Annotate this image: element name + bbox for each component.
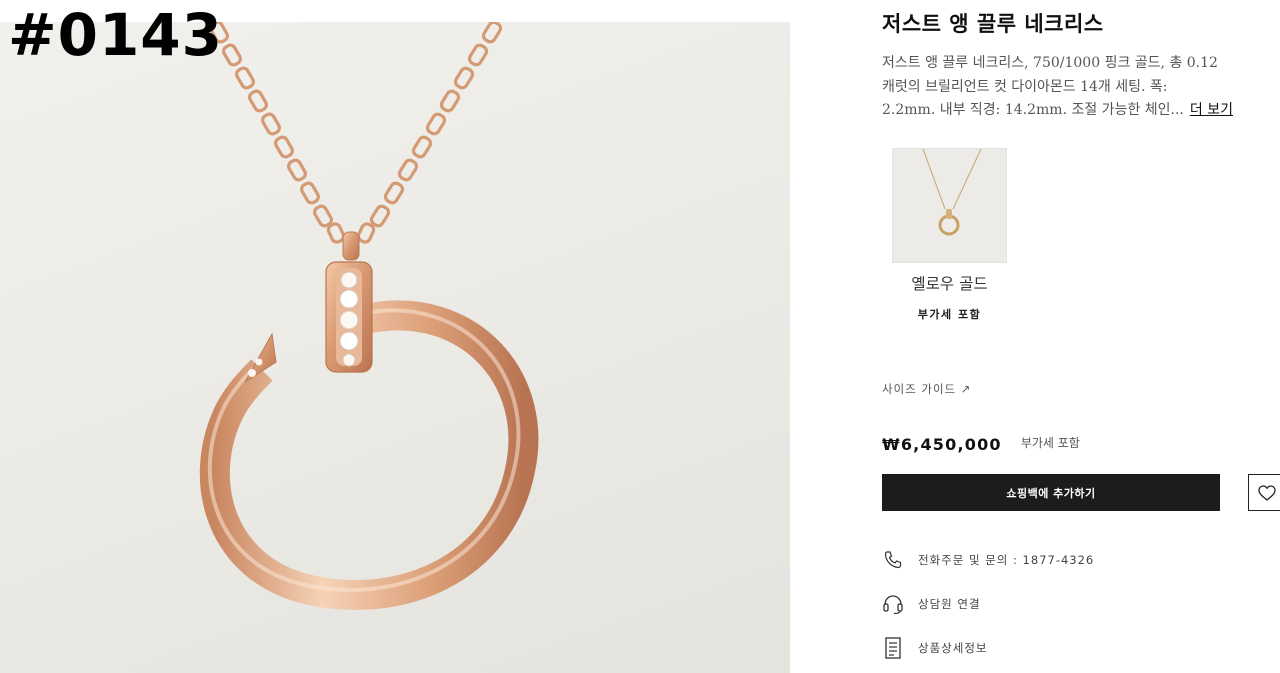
contact-agent[interactable]: 상담원 연결 bbox=[882, 593, 981, 615]
add-to-bag-button[interactable]: 쇼핑백에 추가하기 bbox=[882, 474, 1220, 511]
product-description: 저스트 앵 끌루 네크리스, 750/1000 핑크 골드, 총 0.12 캐럿… bbox=[882, 52, 1280, 123]
document-icon bbox=[882, 637, 904, 659]
contact-details-label: 상품상세정보 bbox=[918, 641, 988, 655]
description-line: 캐럿의 브릴리언트 컷 다이아몬드 14개 세팅. 폭: bbox=[882, 78, 1168, 95]
contact-phone-label: 전화주문 및 문의 : 1877-4326 bbox=[918, 553, 1095, 567]
read-more-link[interactable]: 더 보기 bbox=[1190, 102, 1233, 118]
contact-details[interactable]: 상품상세정보 bbox=[882, 637, 987, 659]
size-guide-link[interactable]: 사이즈 가이드 ↗ bbox=[882, 381, 971, 397]
price-tax-note: 부가세 포함 bbox=[1020, 436, 1080, 450]
description-line-text: 2.2mm. 내부 직경: 14.2mm. 조절 가능한 체인... bbox=[882, 102, 1184, 118]
product-title: 저스트 앵 끌루 네크리스 bbox=[882, 12, 1104, 36]
price-row: ₩6,450,000 부가세 포함 bbox=[882, 435, 1080, 454]
contact-agent-label: 상담원 연결 bbox=[918, 597, 981, 611]
variant-label: 옐로우 골드 bbox=[911, 275, 988, 293]
product-panel: 저스트 앵 끌루 네크리스 저스트 앵 끌루 네크리스, 750/1000 핑크… bbox=[882, 0, 1280, 673]
yellow-gold-necklace-thumbnail bbox=[922, 149, 982, 236]
variant-thumbnail[interactable] bbox=[892, 148, 1007, 263]
watermark-stamp: #0143 bbox=[8, 1, 224, 69]
description-line-last: 2.2mm. 내부 직경: 14.2mm. 조절 가능한 체인... 더 보기 bbox=[882, 99, 1280, 123]
description-line: 저스트 앵 끌루 네크리스, 750/1000 핑크 골드, 총 0.12 bbox=[882, 55, 1218, 71]
product-price: ₩6,450,000 bbox=[882, 435, 1002, 454]
necklace-illustration bbox=[199, 22, 539, 610]
variant-tax-note: 부가세 포함 bbox=[917, 308, 982, 321]
variant-swatch[interactable]: 옐로우 골드 부가세 포함 bbox=[892, 148, 1007, 322]
product-image bbox=[0, 22, 790, 673]
contact-phone[interactable]: 전화주문 및 문의 : 1877-4326 bbox=[882, 549, 1094, 571]
headset-icon bbox=[882, 593, 904, 615]
wishlist-button[interactable] bbox=[1248, 474, 1280, 511]
phone-icon bbox=[882, 549, 904, 571]
heart-icon bbox=[1257, 484, 1276, 501]
